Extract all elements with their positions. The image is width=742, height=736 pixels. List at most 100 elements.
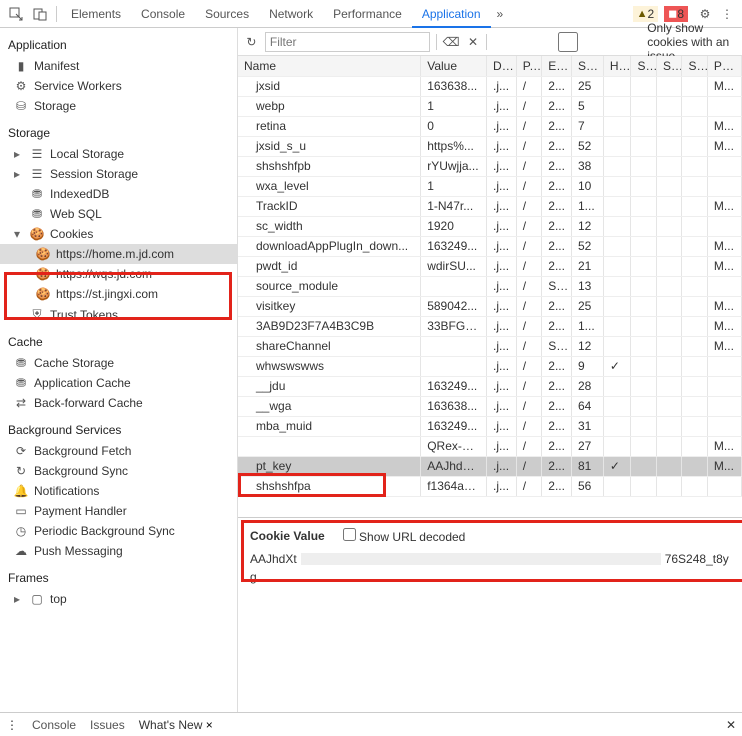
cell[interactable]: 27 <box>572 436 604 456</box>
cell[interactable]: .j... <box>487 436 517 456</box>
cell[interactable] <box>656 176 681 196</box>
sidebar-item-top-frame[interactable]: ▸▢top <box>0 589 237 609</box>
cell[interactable]: M... <box>707 436 741 456</box>
cell[interactable]: / <box>516 96 541 116</box>
settings-gear-icon[interactable]: ⚙ <box>694 7 716 21</box>
col-header[interactable]: S... <box>656 56 681 76</box>
col-header[interactable]: P... <box>516 56 541 76</box>
cell[interactable]: rYUwjja... <box>421 156 487 176</box>
cell[interactable]: .j... <box>487 76 517 96</box>
cell[interactable]: 2... <box>542 96 572 116</box>
cell[interactable]: source_module <box>238 276 421 296</box>
cell[interactable]: 56 <box>572 476 604 496</box>
show-decoded-checkbox[interactable] <box>343 528 356 541</box>
cell[interactable] <box>656 236 681 256</box>
cell[interactable]: .j... <box>487 476 517 496</box>
cell[interactable]: .j... <box>487 176 517 196</box>
cell[interactable]: 81 <box>572 456 604 476</box>
cell[interactable] <box>631 296 656 316</box>
drawer-tab-console[interactable]: Console <box>32 718 76 732</box>
sidebar-item-storage[interactable]: ⛁Storage <box>0 96 237 116</box>
cell[interactable] <box>682 156 707 176</box>
cell[interactable] <box>603 376 631 396</box>
cell[interactable]: pt_key <box>238 456 421 476</box>
cell[interactable] <box>656 136 681 156</box>
cell[interactable]: M... <box>707 456 741 476</box>
cell[interactable] <box>631 476 656 496</box>
col-header[interactable]: Value <box>421 56 487 76</box>
cell[interactable] <box>682 296 707 316</box>
cell[interactable]: 2... <box>542 396 572 416</box>
cell[interactable] <box>656 356 681 376</box>
cell[interactable] <box>603 176 631 196</box>
table-row[interactable]: __wga163638....j.../2...64 <box>238 396 742 416</box>
cell[interactable]: 28 <box>572 376 604 396</box>
sidebar-item-cookies[interactable]: ▾🍪Cookies <box>0 224 237 244</box>
cell[interactable]: .j... <box>487 156 517 176</box>
cell[interactable]: 1... <box>572 196 604 216</box>
cell[interactable] <box>631 436 656 456</box>
cell[interactable]: M... <box>707 196 741 216</box>
cell[interactable] <box>631 156 656 176</box>
cell[interactable]: 10 <box>572 176 604 196</box>
cell[interactable]: 1-N47r... <box>421 196 487 216</box>
cell[interactable] <box>603 156 631 176</box>
cell[interactable] <box>682 176 707 196</box>
refresh-icon[interactable]: ↻ <box>244 35 259 49</box>
clear-all-icon[interactable]: ✕ <box>466 35 481 49</box>
cell[interactable]: 2... <box>542 116 572 136</box>
table-row[interactable]: whwswswws.j.../2...9✓ <box>238 356 742 376</box>
table-row[interactable]: mba_muid163249....j.../2...31 <box>238 416 742 436</box>
drawer-menu-icon[interactable]: ⋮ <box>6 718 18 732</box>
device-toggle-icon[interactable] <box>28 2 52 26</box>
cell[interactable] <box>603 236 631 256</box>
cookies-table[interactable]: NameValueD...P...E...Si...H...S...S...S.… <box>238 56 742 497</box>
col-header[interactable]: Name <box>238 56 421 76</box>
cell[interactable]: / <box>516 296 541 316</box>
cell[interactable] <box>682 316 707 336</box>
cell[interactable]: ✓ <box>603 456 631 476</box>
cell[interactable]: 163249... <box>421 236 487 256</box>
cell[interactable]: 2... <box>542 156 572 176</box>
cell[interactable] <box>707 176 741 196</box>
table-row[interactable]: QRex-G....j.../2...27M... <box>238 436 742 456</box>
tab-elements[interactable]: Elements <box>61 0 131 28</box>
cell[interactable]: / <box>516 256 541 276</box>
drawer-tab-whatsnew[interactable]: What's New × <box>139 718 213 732</box>
table-row[interactable]: __jdu163249....j.../2...28 <box>238 376 742 396</box>
cell[interactable] <box>656 256 681 276</box>
cell[interactable]: / <box>516 216 541 236</box>
cell[interactable] <box>682 136 707 156</box>
cell[interactable] <box>603 76 631 96</box>
sidebar-item-payment[interactable]: ▭Payment Handler <box>0 501 237 521</box>
cell[interactable] <box>631 256 656 276</box>
table-row[interactable]: 3AB9D23F7A4B3C9B33BFG7....j.../2...1...M… <box>238 316 742 336</box>
cookie-host-jingxi[interactable]: 🍪https://st.jingxi.com <box>0 284 237 304</box>
cell[interactable]: .j... <box>487 116 517 136</box>
cell[interactable] <box>682 96 707 116</box>
table-row[interactable]: shshshfpbrYUwjja....j.../2...38 <box>238 156 742 176</box>
tab-sources[interactable]: Sources <box>195 0 259 28</box>
cell[interactable]: mba_muid <box>238 416 421 436</box>
cell[interactable]: downloadAppPlugIn_down... <box>238 236 421 256</box>
table-row[interactable]: sc_width1920.j.../2...12 <box>238 216 742 236</box>
cell[interactable]: / <box>516 396 541 416</box>
cell[interactable]: 7 <box>572 116 604 136</box>
cell[interactable]: / <box>516 176 541 196</box>
cell[interactable] <box>603 196 631 216</box>
cell[interactable]: AAJhdX... <box>421 456 487 476</box>
sidebar-item-push[interactable]: ☁Push Messaging <box>0 541 237 561</box>
cell[interactable] <box>631 356 656 376</box>
cell[interactable] <box>238 436 421 456</box>
cell[interactable] <box>631 116 656 136</box>
cell[interactable]: M... <box>707 76 741 96</box>
table-row[interactable]: source_module.j.../S...13 <box>238 276 742 296</box>
cell[interactable]: .j... <box>487 216 517 236</box>
sidebar-item-websql[interactable]: ⛃Web SQL <box>0 204 237 224</box>
cell[interactable]: / <box>516 316 541 336</box>
cell[interactable]: webp <box>238 96 421 116</box>
cell[interactable]: M... <box>707 336 741 356</box>
cell[interactable]: 12 <box>572 336 604 356</box>
cell[interactable] <box>682 456 707 476</box>
cell[interactable] <box>656 416 681 436</box>
